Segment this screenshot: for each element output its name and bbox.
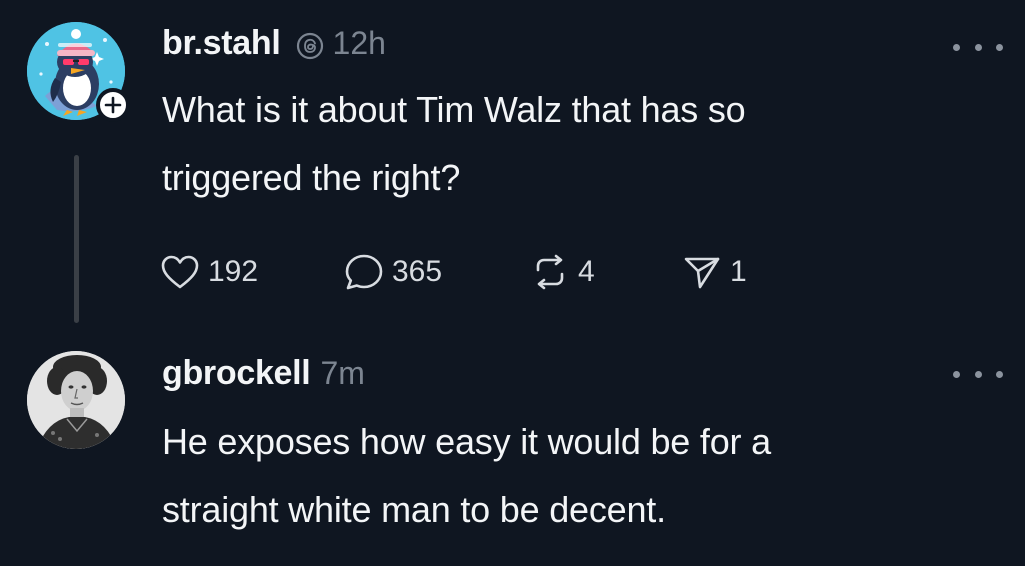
more-options-button[interactable] (953, 37, 1003, 57)
post-text-line-2: triggered the right? (162, 157, 461, 198)
post-header: br.stahl 12h (162, 24, 386, 63)
like-button[interactable]: 192 (160, 250, 258, 294)
like-count: 192 (208, 255, 259, 288)
reply-text: He exposes how easy it would be for a st… (162, 408, 982, 544)
post-text: What is it about Tim Walz that has so tr… (162, 76, 982, 212)
repost-icon (536, 254, 564, 290)
reply-post: gbrockell 7m He exposes how easy it woul… (0, 340, 1025, 566)
post-text-line-1: What is it about Tim Walz that has so (162, 89, 746, 130)
reply-text-line-1: He exposes how easy it would be for a (162, 421, 771, 462)
repost-button[interactable]: 4 (530, 250, 595, 294)
share-button[interactable]: 1 (682, 250, 747, 294)
speech-bubble-icon (345, 254, 383, 290)
reply-timestamp: 7m (320, 355, 365, 391)
heart-icon (161, 255, 199, 289)
reply-button[interactable]: 365 (344, 250, 442, 294)
post-timestamp: 12h (332, 25, 386, 61)
original-post: br.stahl 12h What is it about Tim Walz t… (0, 0, 1025, 340)
username[interactable]: br.stahl (162, 24, 281, 63)
plus-icon (104, 96, 122, 114)
share-count: 1 (730, 255, 747, 288)
reply-username[interactable]: gbrockell (162, 354, 311, 393)
reply-count: 365 (392, 255, 443, 288)
ellipsis-icon (953, 370, 960, 378)
reply-more-options-button[interactable] (953, 364, 1003, 384)
reply-header: gbrockell 7m (162, 354, 365, 393)
reply-text-line-2: straight white man to be decent. (162, 489, 666, 530)
threads-badge-icon (295, 31, 325, 61)
paper-plane-icon (684, 257, 720, 289)
follow-button[interactable] (96, 88, 130, 122)
ellipsis-icon (953, 43, 960, 51)
thread-connector-line (74, 155, 79, 323)
repost-count: 4 (578, 255, 595, 288)
